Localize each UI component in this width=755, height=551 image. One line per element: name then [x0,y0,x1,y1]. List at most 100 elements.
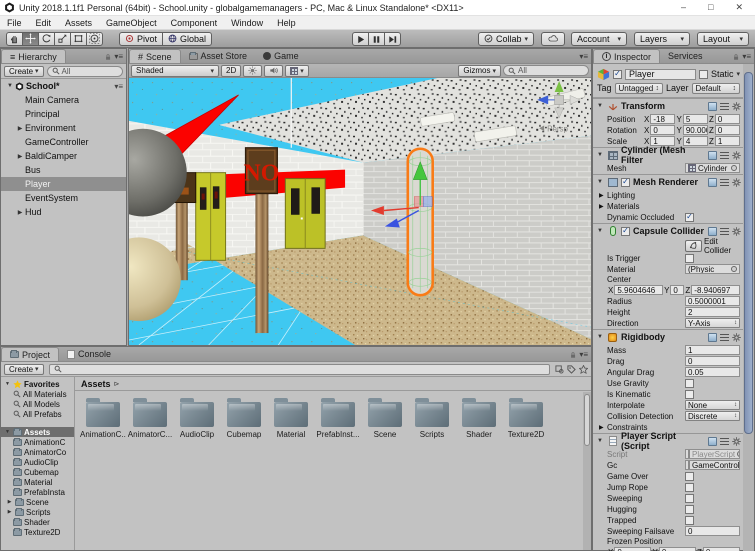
scene-root-school[interactable]: ▼ School* ▾≡ [1,79,126,93]
edit-collider-button[interactable] [685,240,702,252]
create-button[interactable]: Create ▾ [4,66,44,77]
foldout-closed-icon[interactable]: ▶ [599,203,607,210]
foldout-open-icon[interactable]: ▼ [596,334,604,340]
hierarchy-item-hud[interactable]: ▶Hud [1,205,126,219]
favorites-filter-icon[interactable] [579,365,588,374]
foldout-open-icon[interactable]: ▼ [596,152,604,158]
center-x-field[interactable]: 5.9604646 [614,285,663,295]
camera-mode-label[interactable]: Persp [547,124,568,133]
gameobject-name-field[interactable]: Player [625,69,696,80]
object-picker-icon[interactable] [731,165,737,171]
preset-icon[interactable] [720,437,729,445]
scene-3d-viewport[interactable]: NO [129,78,591,345]
tab-project[interactable]: Project [1,347,59,361]
reference-icon[interactable] [708,227,717,236]
tree-folder-audioclip[interactable]: AudioClip [1,457,74,467]
favorites-root[interactable]: ▼ Favorites [1,379,74,389]
foldout-open-icon[interactable]: ▼ [5,83,15,89]
lighting-toggle-button[interactable] [243,65,262,77]
foldout-open-icon[interactable]: ▼ [596,438,604,444]
scene-search-input[interactable]: All [503,65,589,76]
lighting-foldout[interactable]: ▶ Lighting [593,190,744,200]
object-picker-icon[interactable] [737,451,740,457]
effects-dropdown[interactable]: ▾ [285,65,309,77]
tab-console[interactable]: Console [59,347,119,361]
inspector-scrollbar[interactable] [743,64,754,551]
menu-assets[interactable]: Assets [58,18,99,28]
dynamic-occluded-checkbox[interactable]: ✓ [685,213,694,222]
pivot-toggle-button[interactable]: Pivot [119,32,163,46]
menu-help[interactable]: Help [270,18,303,28]
door-yellow-2[interactable] [285,179,325,249]
gear-icon[interactable] [732,102,741,111]
maximize-button[interactable]: □ [708,2,713,13]
menu-file[interactable]: File [0,18,29,28]
component-enabled-checkbox[interactable]: ✓ [621,178,630,187]
scale-z-field[interactable]: 1 [715,136,740,146]
gear-icon[interactable] [732,151,741,160]
tree-folder-texture2d[interactable]: Texture2D [1,527,74,537]
gc-object-field[interactable]: GameControlle [685,460,740,470]
create-button[interactable]: Create ▾ [4,364,44,375]
folder-prefabinstance[interactable]: PrefabInst... [316,397,360,439]
hierarchy-item-eventsystem[interactable]: EventSystem [1,191,126,205]
gear-icon[interactable] [732,333,741,342]
assets-root[interactable]: ▼ Assets [1,427,74,437]
shading-mode-dropdown[interactable]: Shaded ▾ [131,65,219,77]
hierarchy-item-principal[interactable]: Principal [1,107,126,121]
tree-folder-cubemap[interactable]: Cubemap [1,467,74,477]
frozen-z-field[interactable]: 0 [703,547,740,551]
tree-folder-prefabinstance[interactable]: PrefabInsta [1,487,74,497]
tag-dropdown[interactable]: Untagged↕ [615,83,663,94]
lock-icon[interactable] [732,53,740,61]
mesh-filter-header[interactable]: ▼ Cylinder (Mesh Filter [593,148,744,162]
folder-cubemap[interactable]: Cubemap [222,397,266,439]
static-checkbox[interactable]: ✓ [699,70,708,79]
hierarchy-item-bus[interactable]: Bus [1,163,126,177]
account-dropdown[interactable]: Account ▾ [571,32,627,46]
panel-menu-icon[interactable]: ▾≡ [579,350,588,359]
foldout-open-icon[interactable]: ▼ [4,429,11,435]
tab-inspector[interactable]: i Inspector [593,49,660,63]
active-checkbox[interactable]: ✓ [613,70,622,79]
minimize-button[interactable]: – [681,2,686,13]
hierarchy-item-player[interactable]: Player [1,177,126,191]
tree-folder-scripts[interactable]: ▶Scripts [1,507,74,517]
project-search-input[interactable] [49,364,550,375]
layer-dropdown[interactable]: Default↕ [692,83,740,94]
2d-toggle-button[interactable]: 2D [221,65,241,77]
folder-animationclip[interactable]: AnimationC... [81,397,125,439]
scene-menu-icon[interactable]: ▾≡ [114,82,126,91]
tab-asset-store[interactable]: Asset Store [181,49,256,63]
transform-tool-button[interactable] [86,32,103,46]
menu-edit[interactable]: Edit [29,18,59,28]
foldout-open-icon[interactable]: ▼ [596,228,604,234]
favorite-all-models[interactable]: All Models [1,399,74,409]
foldout-closed-icon[interactable]: ▶ [6,509,13,515]
is-trigger-checkbox[interactable]: ✓ [685,254,694,263]
gear-icon[interactable] [732,437,741,446]
layers-dropdown[interactable]: Layers ▾ [634,32,690,46]
center-z-field[interactable]: -8.940697 [691,285,740,295]
tree-folder-shader[interactable]: Shader [1,517,74,527]
panel-menu-icon[interactable]: ▾≡ [579,52,588,61]
tree-folder-animatorcontroller[interactable]: AnimatorCo [1,447,74,457]
folder-scene[interactable]: Scene [363,397,407,439]
folder-animatorcontroller[interactable]: AnimatorC... [128,397,172,439]
panel-menu-icon[interactable]: ▾≡ [114,52,123,61]
height-field[interactable]: 2 [685,307,740,317]
tree-folder-animationclip[interactable]: AnimationC [1,437,74,447]
foldout-closed-icon[interactable]: ▶ [15,125,25,132]
preset-icon[interactable] [720,227,729,235]
player-script-header[interactable]: ▼ Player Script (Script [593,434,744,448]
reference-icon[interactable] [708,151,717,160]
object-picker-icon[interactable] [731,266,737,272]
hierarchy-item-main-camera[interactable]: Main Camera [1,93,126,107]
reference-icon[interactable] [708,333,717,342]
hierarchy-search-input[interactable]: All [47,66,123,77]
hierarchy-item-gamecontroller[interactable]: GameController [1,135,126,149]
rect-tool-button[interactable] [70,32,87,46]
transform-header[interactable]: ▼ Transform [593,99,744,113]
tab-scene[interactable]: # Scene [129,49,181,63]
preset-icon[interactable] [720,178,729,186]
